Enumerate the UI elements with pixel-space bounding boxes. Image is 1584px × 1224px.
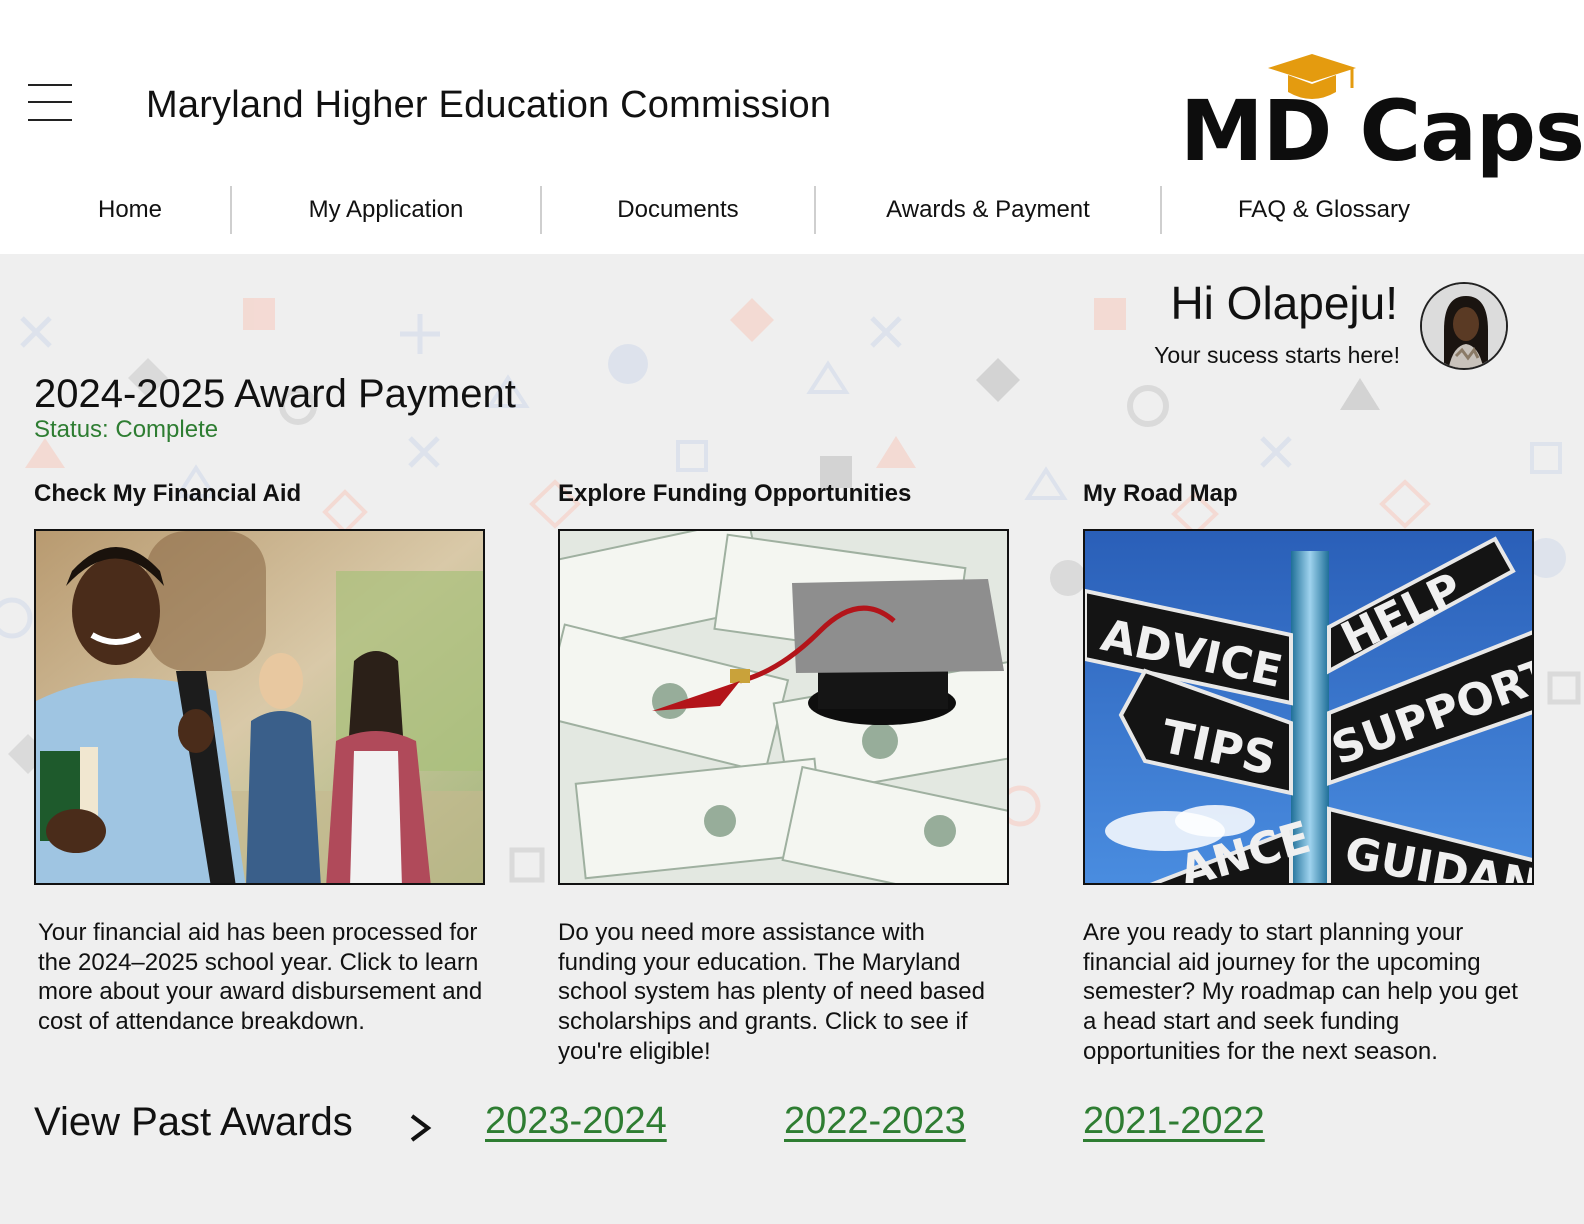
nav-awards-payment[interactable]: Awards & Payment: [816, 186, 1160, 234]
nav-my-application[interactable]: My Application: [232, 186, 540, 234]
past-award-link-2021-2022[interactable]: 2021-2022: [1083, 1100, 1265, 1143]
nav-home[interactable]: Home: [30, 186, 230, 234]
past-award-link-2023-2024[interactable]: 2023-2024: [485, 1100, 667, 1143]
card-image-road-map[interactable]: ADVICE HELP TIPS SUPPORT ANCE GUIDAN: [1083, 529, 1534, 885]
card-image-financial-aid[interactable]: [34, 529, 485, 885]
card-heading-financial-aid[interactable]: Check My Financial Aid: [34, 480, 301, 508]
nav-documents[interactable]: Documents: [542, 186, 814, 234]
main-nav: Home My Application Documents Awards & P…: [0, 186, 1584, 236]
logo-wordmark: MD Caps: [1180, 82, 1584, 180]
md-caps-logo[interactable]: MD Caps: [1176, 44, 1584, 180]
chevron-right-icon: [410, 1114, 432, 1142]
nav-faq-glossary[interactable]: FAQ & Glossary: [1162, 186, 1486, 234]
greeting-title: Hi Olapeju!: [1170, 277, 1398, 329]
award-status: Status: Complete: [34, 416, 219, 443]
graduation-cap-money-icon: [560, 531, 1007, 883]
card-text-funding: Do you need more assistance with funding…: [558, 919, 985, 1065]
hamburger-menu-icon[interactable]: [28, 84, 72, 122]
past-award-link-2022-2023[interactable]: 2022-2023: [784, 1100, 966, 1143]
logo-text: MD Caps: [1180, 82, 1584, 180]
user-avatar[interactable]: [1420, 282, 1508, 370]
student-photo-icon: [36, 531, 483, 883]
card-heading-funding[interactable]: Explore Funding Opportunities: [558, 480, 911, 508]
user-portrait-icon: [1422, 284, 1506, 368]
card-text-financial-aid: Your financial aid has been processed fo…: [38, 919, 483, 1036]
org-title: Maryland Higher Education Commission: [146, 84, 832, 126]
card-image-funding[interactable]: [558, 529, 1009, 885]
card-heading-road-map[interactable]: My Road Map: [1083, 480, 1238, 508]
greeting-subtitle: Your sucess starts here!: [1154, 342, 1400, 368]
site-header: Maryland Higher Education Commission MD …: [0, 0, 1584, 254]
card-text-road-map: Are you ready to start planning your fin…: [1083, 919, 1518, 1065]
past-awards-label: View Past Awards: [34, 1100, 353, 1144]
signpost-icon: ADVICE HELP TIPS SUPPORT ANCE GUIDAN: [1085, 531, 1532, 883]
award-title: 2024-2025 Award Payment: [34, 372, 516, 416]
